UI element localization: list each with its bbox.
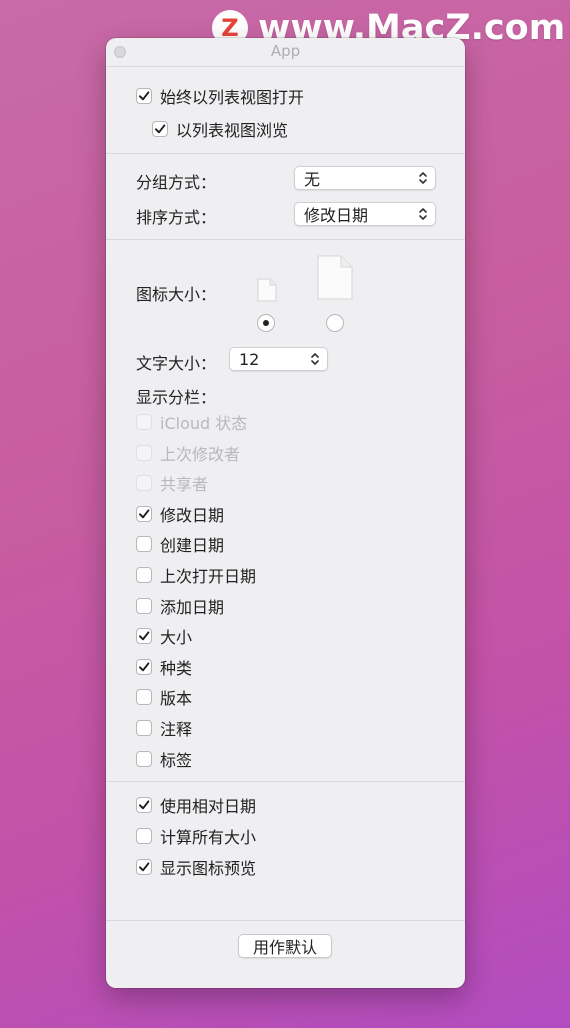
text-size-value: 12	[239, 349, 260, 369]
sort-by-label: 排序方式：	[136, 208, 217, 227]
always-open-list-view-label: 始终以列表视图打开	[160, 88, 305, 107]
checkmark-icon	[139, 862, 150, 872]
bottom-option-label: 显示图标预览	[160, 859, 257, 878]
always-open-list-view-option[interactable]: 始终以列表视图打开	[136, 85, 304, 107]
view-options-window: App 始终以列表视图打开 以列表视图浏览 分组方式： 无 排序方式： 修改日期…	[106, 38, 465, 988]
column-item-label: 注释	[160, 720, 193, 739]
browse-list-view-label: 以列表视图浏览	[176, 121, 289, 140]
section-divider	[106, 239, 465, 240]
bottom-option-checkbox[interactable]	[136, 797, 152, 813]
checkmark-icon	[139, 509, 150, 519]
column-item-label: 创建日期	[160, 536, 225, 556]
sort-by-popup[interactable]: 修改日期	[294, 202, 436, 226]
column-item-option[interactable]: 大小	[136, 625, 192, 647]
browse-list-view-checkbox[interactable]	[152, 121, 168, 137]
section-divider	[106, 781, 465, 782]
column-item-checkbox[interactable]	[136, 597, 152, 614]
group-by-value: 无	[304, 170, 321, 189]
group-by-popup[interactable]: 无	[294, 166, 436, 190]
document-icon	[317, 255, 353, 300]
column-item-label: 修改日期	[160, 505, 225, 525]
column-item-label: 大小	[160, 628, 193, 648]
column-item-option[interactable]: 标签	[136, 748, 192, 770]
chevron-updown-icon	[419, 172, 427, 184]
column-item-label: 添加日期	[160, 597, 225, 617]
column-item-option[interactable]: 注释	[136, 717, 192, 739]
checkmark-icon	[139, 800, 150, 810]
bottom-option-option[interactable]: 显示图标预览	[136, 856, 256, 878]
checkmark-icon	[139, 631, 150, 641]
title-bar: App	[106, 38, 465, 66]
column-item-label: 共享者	[160, 475, 209, 495]
column-item-checkbox[interactable]	[136, 567, 152, 583]
text-size-label: 文字大小：	[136, 354, 217, 373]
column-item-option: iCloud 状态	[136, 411, 247, 433]
bottom-option-label: 计算所有大小	[160, 828, 257, 847]
group-by-label: 分组方式：	[136, 173, 217, 192]
bottom-option-checkbox[interactable]	[136, 859, 152, 875]
column-item-label: 标签	[160, 750, 193, 770]
checkmark-icon	[139, 91, 150, 101]
column-item-checkbox	[136, 414, 152, 430]
column-item-checkbox[interactable]	[136, 750, 152, 767]
column-item-label: iCloud 状态	[160, 414, 248, 433]
column-item-checkbox	[136, 444, 152, 461]
text-size-popup[interactable]: 12	[229, 347, 328, 371]
icon-size-label: 图标大小：	[136, 285, 217, 304]
small-icon-size-radio[interactable]	[257, 314, 275, 332]
column-item-option[interactable]: 种类	[136, 656, 192, 678]
column-item-option: 上次修改者	[136, 442, 240, 464]
browse-list-view-option[interactable]: 以列表视图浏览	[152, 118, 288, 140]
document-icon	[257, 278, 277, 302]
column-item-option[interactable]: 修改日期	[136, 503, 224, 525]
always-open-list-view-checkbox[interactable]	[136, 88, 152, 104]
sort-by-value: 修改日期	[304, 206, 369, 225]
column-item-option: 共享者	[136, 472, 208, 494]
bottom-option-checkbox[interactable]	[136, 828, 152, 844]
window-title: App	[270, 42, 301, 60]
use-as-defaults-button[interactable]: 用作默认	[238, 934, 332, 958]
column-item-label: 种类	[160, 658, 193, 678]
chevron-updown-icon	[311, 353, 319, 365]
column-item-checkbox	[136, 475, 152, 492]
column-item-checkbox[interactable]	[136, 536, 152, 553]
column-item-label: 上次修改者	[160, 444, 241, 464]
column-item-label: 上次打开日期	[160, 567, 257, 586]
title-divider	[106, 66, 465, 67]
column-item-option[interactable]: 创建日期	[136, 533, 224, 555]
bottom-option-option[interactable]: 使用相对日期	[136, 794, 256, 816]
column-item-option[interactable]: 版本	[136, 686, 192, 708]
section-divider	[106, 153, 465, 154]
bottom-option-option[interactable]: 计算所有大小	[136, 825, 256, 847]
column-item-option[interactable]: 添加日期	[136, 595, 224, 617]
column-item-label: 版本	[160, 689, 193, 709]
show-columns-label: 显示分栏：	[136, 388, 217, 407]
radio-dot	[263, 320, 269, 326]
column-item-checkbox[interactable]	[136, 720, 152, 736]
column-item-checkbox[interactable]	[136, 505, 152, 522]
section-divider	[106, 920, 465, 921]
bottom-option-label: 使用相对日期	[160, 797, 257, 816]
checkmark-icon	[155, 124, 166, 134]
large-icon-size-radio[interactable]	[326, 314, 344, 332]
column-item-checkbox[interactable]	[136, 689, 152, 706]
column-item-checkbox[interactable]	[136, 628, 152, 645]
chevron-updown-icon	[419, 208, 427, 220]
column-item-option[interactable]: 上次打开日期	[136, 564, 256, 586]
column-item-checkbox[interactable]	[136, 658, 152, 675]
checkmark-icon	[139, 662, 150, 672]
